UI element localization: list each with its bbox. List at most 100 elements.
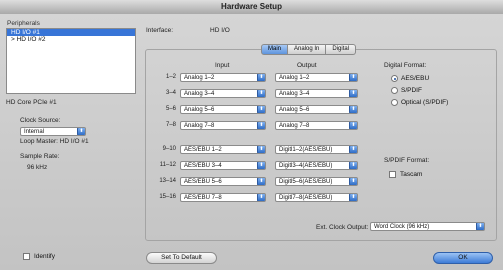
tab-main[interactable]: Main: [261, 44, 289, 55]
radio-optical-spdif-label: Optical (S/PDIF): [401, 99, 449, 106]
input-select[interactable]: AES/EBU 1–2 ⬍: [180, 145, 266, 154]
chevron-updown-icon: ⬍: [257, 146, 265, 153]
ext-clock-output-value: Word Clock (96 kHz): [374, 224, 430, 230]
chevron-updown-icon: ⬍: [476, 223, 484, 230]
input-column-header: Input: [215, 62, 230, 69]
chevron-updown-icon: ⬍: [257, 74, 265, 81]
output-column-header: Output: [297, 62, 317, 69]
sample-rate-value: 96 kHz: [27, 164, 48, 171]
tab-analog-in[interactable]: Analog In: [288, 44, 327, 55]
chevron-updown-icon: ⬍: [257, 178, 265, 185]
peripherals-list[interactable]: HD I/O #1 > HD I/O #2: [6, 28, 136, 94]
output-select-value: Analog 7–8: [279, 123, 310, 129]
output-select[interactable]: Analog 7–8 ⬍: [275, 121, 358, 130]
input-select[interactable]: AES/EBU 5–6 ⬍: [180, 177, 266, 186]
identify-checkbox[interactable]: Identify: [23, 253, 55, 260]
input-select[interactable]: AES/EBU 7–8 ⬍: [180, 193, 266, 202]
output-select[interactable]: Digitl5–6(AES/EBU) ⬍: [275, 177, 358, 186]
output-select[interactable]: Digitl1–2(AES/EBU) ⬍: [275, 145, 358, 154]
output-select-value: Analog 1–2: [279, 75, 310, 81]
row-label: 7–8: [165, 122, 176, 128]
input-select[interactable]: Analog 7–8 ⬍: [180, 121, 266, 130]
chevron-updown-icon: ⬍: [349, 194, 357, 201]
input-select-value: Analog 5–6: [184, 107, 215, 113]
tascam-checkbox[interactable]: Tascam: [389, 171, 422, 178]
peripheral-item-hd-io-2[interactable]: > HD I/O #2: [7, 36, 135, 43]
window-title: Hardware Setup: [0, 0, 503, 15]
input-select[interactable]: AES/EBU 3–4 ⬍: [180, 161, 266, 170]
radio-spdif[interactable]: S/PDIF: [391, 87, 422, 94]
output-select[interactable]: Digitl7–8(AES/EBU) ⬍: [275, 193, 358, 202]
input-select-value: AES/EBU 1–2: [184, 147, 222, 153]
input-select[interactable]: Analog 5–6 ⬍: [180, 105, 266, 114]
chevron-updown-icon: ⬍: [349, 106, 357, 113]
output-select[interactable]: Analog 3–4 ⬍: [275, 89, 358, 98]
peripherals-label: Peripherals: [7, 20, 40, 27]
ext-clock-output-select[interactable]: Word Clock (96 kHz) ⬍: [370, 222, 485, 231]
spdif-format-label: S/PDIF Format:: [384, 157, 430, 164]
core-title: HD Core PCIe #1: [6, 99, 57, 106]
output-select-value: Digitl7–8(AES/EBU): [279, 195, 333, 201]
clock-source-select[interactable]: Internal ⬍: [20, 127, 86, 136]
output-select-value: Analog 5–6: [279, 107, 310, 113]
chevron-updown-icon: ⬍: [349, 122, 357, 129]
interface-value: HD I/O: [210, 27, 230, 34]
chevron-updown-icon: ⬍: [77, 128, 85, 135]
chevron-updown-icon: ⬍: [257, 194, 265, 201]
tab-bar: Main Analog In Digital: [261, 44, 357, 55]
identify-label: Identify: [34, 253, 55, 260]
checkbox-icon: [389, 171, 396, 178]
ok-button[interactable]: OK: [433, 252, 493, 264]
row-label: 11–12: [159, 162, 176, 168]
interface-label: Interface:: [146, 27, 174, 34]
row-label: 1–2: [165, 74, 176, 80]
output-select[interactable]: Analog 1–2 ⬍: [275, 73, 358, 82]
row-label: 3–4: [165, 90, 176, 96]
chevron-updown-icon: ⬍: [257, 162, 265, 169]
chevron-updown-icon: ⬍: [349, 90, 357, 97]
chevron-updown-icon: ⬍: [257, 90, 265, 97]
output-select-value: Digitl1–2(AES/EBU): [279, 147, 333, 153]
chevron-updown-icon: ⬍: [257, 122, 265, 129]
radio-aes-ebu[interactable]: AES/EBU: [391, 75, 429, 82]
loop-master-text: Loop Master: HD I/O #1: [20, 138, 89, 145]
input-select-value: AES/EBU 5–6: [184, 179, 222, 185]
radio-selected-icon: [391, 75, 398, 82]
row-label: 5–6: [165, 106, 176, 112]
chevron-updown-icon: ⬍: [257, 106, 265, 113]
row-label: 15–16: [159, 194, 176, 200]
tab-digital[interactable]: Digital: [326, 44, 357, 55]
chevron-updown-icon: ⬍: [349, 162, 357, 169]
digital-format-label: Digital Format:: [384, 62, 427, 69]
input-select-value: Analog 3–4: [184, 91, 215, 97]
chevron-updown-icon: ⬍: [349, 146, 357, 153]
radio-spdif-label: S/PDIF: [401, 87, 422, 94]
input-select-value: AES/EBU 7–8: [184, 195, 222, 201]
input-select-value: AES/EBU 3–4: [184, 163, 222, 169]
radio-icon: [391, 87, 398, 94]
input-select-value: Analog 1–2: [184, 75, 215, 81]
ext-clock-output-label: Ext. Clock Output:: [316, 224, 369, 231]
row-label: 9–10: [162, 146, 176, 152]
set-to-default-button[interactable]: Set To Default: [146, 252, 217, 264]
row-label: 13–14: [159, 178, 176, 184]
input-select[interactable]: Analog 1–2 ⬍: [180, 73, 266, 82]
checkbox-icon: [23, 253, 30, 260]
peripheral-item-hd-io-1[interactable]: HD I/O #1: [7, 29, 135, 36]
input-select[interactable]: Analog 3–4 ⬍: [180, 89, 266, 98]
radio-optical-spdif[interactable]: Optical (S/PDIF): [391, 99, 448, 106]
chevron-updown-icon: ⬍: [349, 74, 357, 81]
radio-aes-ebu-label: AES/EBU: [401, 75, 430, 82]
output-select-value: Analog 3–4: [279, 91, 310, 97]
output-select[interactable]: Analog 5–6 ⬍: [275, 105, 358, 114]
clock-source-value: Internal: [24, 129, 45, 135]
sample-rate-label: Sample Rate:: [20, 153, 60, 160]
radio-icon: [391, 99, 398, 106]
input-select-value: Analog 7–8: [184, 123, 215, 129]
output-select[interactable]: Digitl3–4(AES/EBU) ⬍: [275, 161, 358, 170]
clock-source-label: Clock Source:: [20, 117, 61, 124]
chevron-updown-icon: ⬍: [349, 178, 357, 185]
tascam-label: Tascam: [400, 171, 423, 178]
output-select-value: Digitl3–4(AES/EBU): [279, 163, 333, 169]
output-select-value: Digitl5–6(AES/EBU): [279, 179, 333, 185]
